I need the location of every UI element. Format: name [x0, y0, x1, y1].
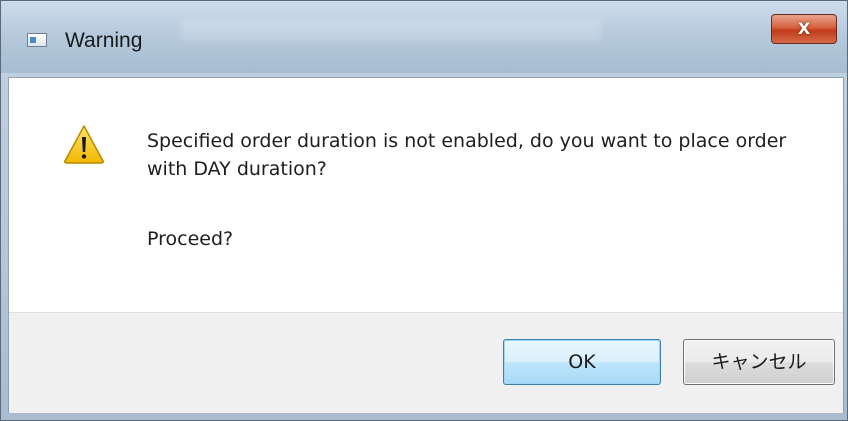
- title-bar[interactable]: Warning X: [1, 1, 847, 73]
- window-title: Warning: [65, 29, 143, 52]
- window-app-icon: [27, 33, 47, 47]
- dialog-message: Specified order duration is not enabled,…: [147, 128, 827, 183]
- proceed-prompt: Proceed?: [147, 228, 234, 250]
- message-text: Specified order duration is not enabled,…: [147, 130, 787, 180]
- button-bar: OK キャンセル: [9, 312, 843, 413]
- cancel-button[interactable]: キャンセル: [683, 339, 835, 385]
- ok-button[interactable]: OK: [503, 339, 661, 385]
- dialog-body: Specified order duration is not enabled,…: [8, 77, 844, 413]
- close-icon: X: [797, 19, 811, 38]
- close-button[interactable]: X: [771, 14, 837, 44]
- warning-icon: [64, 125, 104, 164]
- dialog-window: Warning X Specified order duration is no…: [0, 0, 848, 421]
